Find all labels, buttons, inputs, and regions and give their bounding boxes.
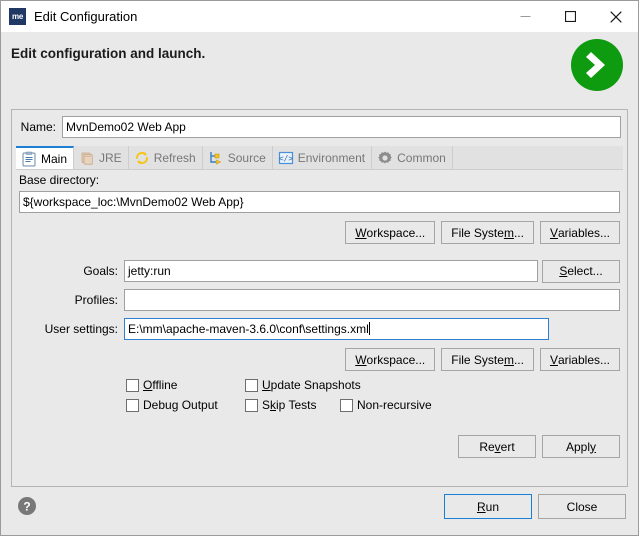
- profiles-row: Profiles:: [12, 289, 627, 311]
- configuration-panel: Name: MvnDemo02 Web App Main: [11, 109, 628, 487]
- name-input[interactable]: MvnDemo02 Web App: [62, 116, 621, 138]
- tab-source[interactable]: Source: [203, 146, 273, 169]
- tab-main-label: Main: [41, 152, 67, 166]
- select-button-wrap: Select...: [542, 260, 620, 283]
- base-directory-label: Base directory:: [19, 173, 99, 187]
- base-directory-browse-buttons: Workspace... File System... Variables...: [345, 221, 620, 244]
- dialog-header: Edit configuration and launch.: [1, 32, 638, 101]
- tab-filler: [453, 146, 623, 169]
- svg-text:</>: </>: [279, 154, 294, 163]
- maven-m2e-icon: me: [9, 8, 26, 25]
- checkbox-skip-tests-box[interactable]: [245, 399, 258, 412]
- tab-bar: Main JRE: [16, 146, 623, 170]
- base-directory-input[interactable]: ${workspace_loc:\MvnDemo02 Web App}: [19, 191, 620, 213]
- footer-buttons: Run Close: [444, 494, 626, 519]
- user-settings-label: User settings:: [12, 322, 124, 336]
- close-button[interactable]: [593, 1, 638, 32]
- tab-source-label: Source: [228, 151, 266, 165]
- workspace-button-top[interactable]: Workspace...: [345, 221, 435, 244]
- minimize-button[interactable]: [503, 1, 548, 32]
- source-tree-icon: [208, 150, 224, 166]
- checkbox-non-recursive-box[interactable]: [340, 399, 353, 412]
- close-icon: [610, 11, 622, 23]
- tab-common-label: Common: [397, 151, 446, 165]
- user-settings-browse-buttons: Workspace... File System... Variables...: [345, 348, 620, 371]
- goals-input[interactable]: jetty:run: [124, 260, 538, 282]
- window-title: Edit Configuration: [34, 9, 503, 24]
- checkbox-debug-output-label: Debug Output: [143, 398, 218, 412]
- checkbox-offline-label: Offline: [143, 378, 177, 392]
- minimize-icon: [520, 11, 531, 22]
- tab-environment-label: Environment: [298, 151, 365, 165]
- dialog-footer: ? Run Close: [1, 487, 638, 535]
- profiles-label: Profiles:: [12, 293, 124, 307]
- maximize-button[interactable]: [548, 1, 593, 32]
- user-settings-input[interactable]: E:\mm\apache-maven-3.6.0\conf\settings.x…: [124, 318, 549, 340]
- green-run-arrow-icon: [569, 37, 625, 93]
- variables-button-top[interactable]: Variables...: [540, 221, 620, 244]
- select-button[interactable]: Select...: [542, 260, 620, 283]
- user-settings-value: E:\mm\apache-maven-3.6.0\conf\settings.x…: [128, 322, 369, 336]
- run-button[interactable]: Run: [444, 494, 532, 519]
- header-title: Edit configuration and launch.: [11, 46, 205, 61]
- goals-row: Goals: jetty:run Select...: [12, 260, 627, 282]
- environment-code-icon: </>: [278, 150, 294, 166]
- dialog-body: Name: MvnDemo02 Web App Main: [1, 101, 638, 535]
- checkbox-debug-output[interactable]: Debug Output: [126, 398, 218, 412]
- checkbox-skip-tests[interactable]: Skip Tests: [245, 398, 316, 412]
- edit-configuration-dialog: me Edit Configuration Edit configuration…: [0, 0, 639, 536]
- file-system-button-top[interactable]: File System...: [441, 221, 534, 244]
- checkbox-debug-output-box[interactable]: [126, 399, 139, 412]
- checkbox-skip-tests-label: Skip Tests: [262, 398, 316, 412]
- checkbox-update-snapshots-box[interactable]: [245, 379, 258, 392]
- close-button-footer[interactable]: Close: [538, 494, 626, 519]
- name-row: Name: MvnDemo02 Web App: [12, 116, 627, 138]
- tab-refresh-label: Refresh: [154, 151, 196, 165]
- main-clipboard-icon: [21, 151, 37, 167]
- tab-jre[interactable]: JRE: [74, 146, 129, 169]
- revert-button[interactable]: Revert: [458, 435, 536, 458]
- checkbox-update-snapshots[interactable]: Update Snapshots: [245, 378, 361, 392]
- main-tab-content: Base directory: ${workspace_loc:\MvnDemo…: [12, 169, 627, 486]
- revert-apply-buttons: Revert Apply: [458, 435, 620, 458]
- variables-button-bottom[interactable]: Variables...: [540, 348, 620, 371]
- apply-button[interactable]: Apply: [542, 435, 620, 458]
- goals-label: Goals:: [12, 264, 124, 278]
- checkbox-offline-box[interactable]: [126, 379, 139, 392]
- maximize-icon: [565, 11, 576, 22]
- jre-books-icon: [79, 150, 95, 166]
- tab-environment[interactable]: </> Environment: [273, 146, 372, 169]
- file-system-button-bottom[interactable]: File System...: [441, 348, 534, 371]
- title-bar: me Edit Configuration: [1, 1, 638, 32]
- checkbox-non-recursive[interactable]: Non-recursive: [340, 398, 432, 412]
- user-settings-row: User settings: E:\mm\apache-maven-3.6.0\…: [12, 318, 627, 340]
- common-gear-icon: [377, 150, 393, 166]
- checkbox-offline[interactable]: Offline: [126, 378, 177, 392]
- tab-jre-label: JRE: [99, 151, 122, 165]
- tab-common[interactable]: Common: [372, 146, 453, 169]
- svg-text:?: ?: [23, 500, 30, 514]
- text-caret: [369, 322, 370, 335]
- checkbox-row-1: Offline Update Snapshots: [12, 376, 627, 394]
- checkbox-update-snapshots-label: Update Snapshots: [262, 378, 361, 392]
- profiles-input[interactable]: [124, 289, 620, 311]
- checkbox-non-recursive-label: Non-recursive: [357, 398, 432, 412]
- tab-main[interactable]: Main: [16, 146, 74, 169]
- name-label: Name:: [12, 120, 62, 134]
- checkbox-row-2: Debug Output Skip Tests Non-recursive: [12, 396, 627, 414]
- help-icon[interactable]: ?: [17, 496, 37, 516]
- workspace-button-bottom[interactable]: Workspace...: [345, 348, 435, 371]
- refresh-arrows-icon: [134, 150, 150, 166]
- tab-refresh[interactable]: Refresh: [129, 146, 203, 169]
